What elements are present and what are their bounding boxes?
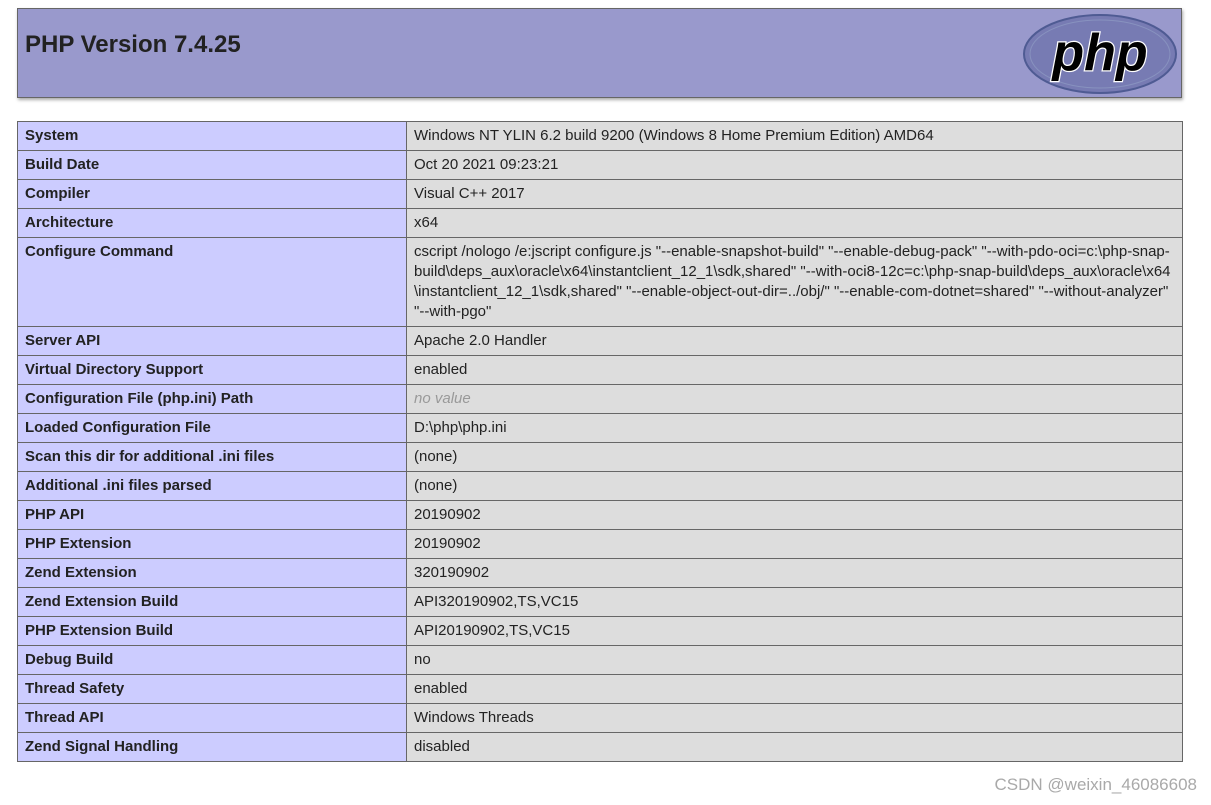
row-value: API320190902,TS,VC15: [406, 587, 1183, 617]
header-banner: PHP Version 7.4.25 php: [17, 8, 1182, 98]
row-value: (none): [406, 442, 1183, 472]
row-value: x64: [406, 208, 1183, 238]
row-key: PHP Extension: [17, 529, 407, 559]
row-value: 20190902: [406, 500, 1183, 530]
row-value: (none): [406, 471, 1183, 501]
row-key: Zend Extension: [17, 558, 407, 588]
table-row: PHP Extension 20190902: [17, 529, 1183, 559]
row-value: API20190902,TS,VC15: [406, 616, 1183, 646]
watermark: CSDN @weixin_46086608: [994, 775, 1197, 794]
row-value: disabled: [406, 732, 1183, 762]
table-row: Server API Apache 2.0 Handler: [17, 326, 1183, 356]
row-value: Windows Threads: [406, 703, 1183, 733]
php-logo-icon[interactable]: php: [1023, 14, 1177, 94]
table-row: Thread Safety enabled: [17, 674, 1183, 704]
table-row: PHP Extension Build API20190902,TS,VC15: [17, 616, 1183, 646]
row-key: System: [17, 121, 407, 151]
table-row: Architecture x64: [17, 208, 1183, 238]
row-key: Architecture: [17, 208, 407, 238]
row-key: Zend Extension Build: [17, 587, 407, 617]
table-row: PHP API 20190902: [17, 500, 1183, 530]
table-row: Loaded Configuration File D:\php\php.ini: [17, 413, 1183, 443]
row-value: enabled: [406, 355, 1183, 385]
row-key: Thread API: [17, 703, 407, 733]
row-value: 320190902: [406, 558, 1183, 588]
row-value: cscript /nologo /e:jscript configure.js …: [406, 237, 1183, 327]
row-key: Configuration File (php.ini) Path: [17, 384, 407, 414]
table-row: Configuration File (php.ini) Path no valu…: [17, 384, 1183, 414]
row-value: no: [406, 645, 1183, 675]
table-row: Scan this dir for additional .ini files(…: [17, 442, 1183, 472]
row-key: Additional .ini files parsed: [17, 471, 407, 501]
row-value: D:\php\php.ini: [406, 413, 1183, 443]
row-key: Scan this dir for additional .ini files: [17, 442, 407, 472]
table-row: Zend Signal Handling disabled: [17, 732, 1183, 762]
table-row: Configure Command cscript /nologo /e:jscr…: [17, 237, 1183, 327]
row-key: Compiler: [17, 179, 407, 209]
row-key: Loaded Configuration File: [17, 413, 407, 443]
row-key: Virtual Directory Support: [17, 355, 407, 385]
row-key: Configure Command: [17, 237, 407, 327]
row-value: enabled: [406, 674, 1183, 704]
no-value-text: no value: [414, 390, 471, 407]
row-value: Oct 20 2021 09:23:21: [406, 150, 1183, 180]
row-key: Debug Build: [17, 645, 407, 675]
row-value: Apache 2.0 Handler: [406, 326, 1183, 356]
table-row: Additional .ini files parsed (none): [17, 471, 1183, 501]
row-value: Windows NT YLIN 6.2 build 9200 (Windows …: [406, 121, 1183, 151]
info-table: System Windows NT YLIN 6.2 build 9200 (Wi…: [17, 121, 1183, 762]
php-logo-text: php: [1050, 24, 1147, 82]
table-row: Virtual Directory Support enabled: [17, 355, 1183, 385]
table-row: Debug Build no: [17, 645, 1183, 675]
row-value: no value: [406, 384, 1183, 414]
row-value: 20190902: [406, 529, 1183, 559]
phpinfo-page: PHP Version 7.4.25 php System Windows NT …: [0, 0, 1211, 805]
row-key: PHP API: [17, 500, 407, 530]
table-row: Build Date Oct 20 2021 09:23:21: [17, 150, 1183, 180]
table-row: System Windows NT YLIN 6.2 build 9200 (Wi…: [17, 121, 1183, 151]
table-row: Compiler Visual C++ 2017: [17, 179, 1183, 209]
row-key: Server API: [17, 326, 407, 356]
row-value: Visual C++ 2017: [406, 179, 1183, 209]
row-key: Build Date: [17, 150, 407, 180]
table-row: Zend Extension Build API320190902,TS,VC15: [17, 587, 1183, 617]
table-row: Zend Extension 320190902: [17, 558, 1183, 588]
page-title: PHP Version 7.4.25: [25, 31, 241, 58]
row-key: Zend Signal Handling: [17, 732, 407, 762]
table-row: Thread API Windows Threads: [17, 703, 1183, 733]
row-key: Thread Safety: [17, 674, 407, 704]
row-key: PHP Extension Build: [17, 616, 407, 646]
